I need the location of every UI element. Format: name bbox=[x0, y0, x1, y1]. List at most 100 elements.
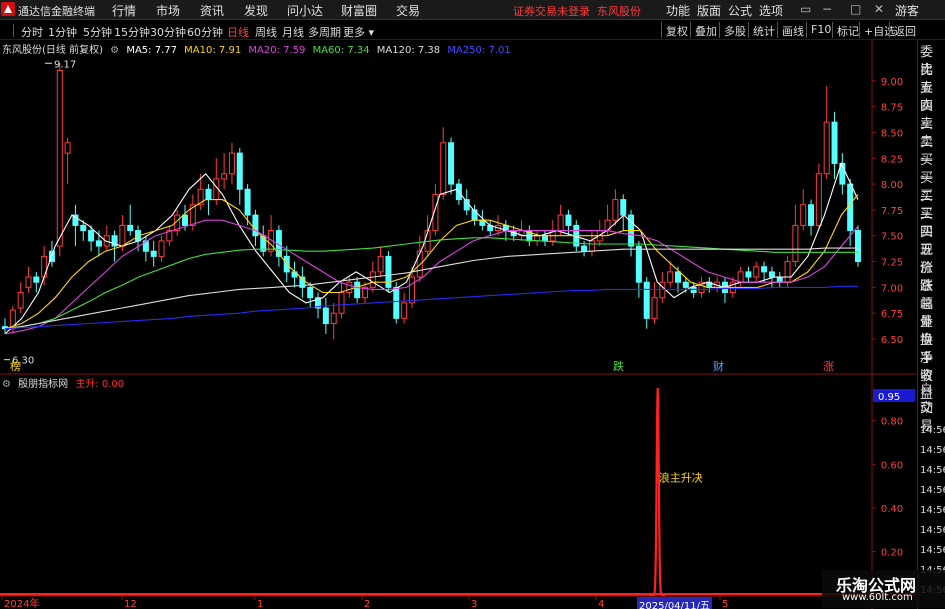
candle-body bbox=[776, 276, 783, 283]
menu-banmian[interactable]: 版面 bbox=[697, 2, 721, 19]
period-monthly[interactable]: 月线 bbox=[282, 24, 304, 40]
candle-body bbox=[25, 276, 32, 288]
candle-body bbox=[119, 224, 126, 247]
indicator-tick-label: 0.60 bbox=[881, 460, 903, 471]
minimize-icon[interactable]: − bbox=[822, 2, 832, 16]
period-5min[interactable]: 5分钟 bbox=[83, 24, 112, 40]
restore-icon[interactable]: ▭ bbox=[800, 2, 811, 16]
candle-body bbox=[620, 199, 627, 216]
candle-body bbox=[33, 276, 40, 283]
menu-wenxiaoda[interactable]: 问小达 bbox=[287, 2, 323, 19]
candle-body bbox=[95, 240, 102, 247]
candle-body bbox=[792, 224, 799, 263]
candle-body bbox=[784, 261, 791, 283]
tool-duogu[interactable]: 多股 bbox=[719, 22, 749, 38]
candle-body bbox=[252, 214, 259, 237]
period-weekly[interactable]: 周线 bbox=[255, 24, 277, 40]
settings-icon[interactable]: ⚙ bbox=[2, 379, 11, 390]
candle-body bbox=[448, 142, 455, 185]
candle-body bbox=[815, 173, 822, 226]
period-bar: 分时 1分钟 5分钟 15分钟 30分钟 60分钟 日线 周线 月线 多周期 更… bbox=[0, 21, 945, 40]
period-more[interactable]: 更多 ▾ bbox=[343, 24, 374, 40]
guest-label[interactable]: 游客 bbox=[895, 2, 919, 19]
menu-hangqing[interactable]: 行情 bbox=[112, 2, 136, 19]
menu-zixun[interactable]: 资讯 bbox=[200, 2, 224, 19]
close-icon[interactable]: ✕ bbox=[874, 2, 884, 16]
kline-chart[interactable]: 9.00 8.75 8.50 8.25 8.00 7.75 7.50 7.25 7.00 6.75… bbox=[0, 40, 916, 609]
candle-body bbox=[753, 266, 760, 278]
login-alert[interactable]: 证券交易未登录 东风股份 bbox=[513, 3, 641, 19]
candle-body bbox=[823, 121, 830, 175]
indicator-spike bbox=[649, 387, 666, 597]
candle-body bbox=[761, 266, 768, 273]
menu-gongshi[interactable]: 公式 bbox=[728, 2, 752, 19]
menu-gongneng[interactable]: 功能 bbox=[666, 2, 690, 19]
candle-body bbox=[236, 152, 243, 190]
candle-body bbox=[393, 286, 400, 319]
event-marker: 跌 bbox=[613, 359, 624, 373]
period-30min[interactable]: 30分钟 bbox=[150, 24, 186, 40]
stock-name: 东风股份(日线 前复权) bbox=[2, 45, 103, 56]
menu-faxian[interactable]: 发现 bbox=[244, 2, 268, 19]
ma250-label: MA250: 7.01 bbox=[447, 45, 511, 56]
period-60min[interactable]: 60分钟 bbox=[187, 24, 223, 40]
tool-tongji[interactable]: 统计 bbox=[748, 22, 778, 38]
tool-back[interactable]: 返回 bbox=[889, 22, 919, 38]
price-tick-label: 9.00 bbox=[881, 77, 903, 88]
candle-body bbox=[64, 142, 71, 154]
candle-body bbox=[651, 297, 658, 319]
tick-time: 14:56 bbox=[920, 425, 945, 436]
tick-time: 14:56 bbox=[920, 505, 945, 516]
ma60-label: MA60: 7.34 bbox=[312, 45, 370, 56]
menu-caifuquan[interactable]: 财富圈 bbox=[341, 2, 377, 19]
settings-icon[interactable]: ⚙ bbox=[110, 45, 119, 56]
candle-body bbox=[369, 271, 376, 288]
candle-body bbox=[565, 214, 572, 226]
tool-huaxian[interactable]: 画线 bbox=[777, 22, 807, 38]
candle-body bbox=[737, 271, 744, 283]
candle-body bbox=[181, 214, 188, 226]
tool-biaoji[interactable]: 标记 bbox=[832, 22, 862, 38]
candle-body bbox=[768, 271, 775, 278]
menu-shichang[interactable]: 市场 bbox=[156, 2, 180, 19]
time-tick-label: 2024年 bbox=[4, 597, 39, 609]
candle-body bbox=[800, 204, 807, 226]
candle-body bbox=[745, 271, 752, 278]
price-tick-label: 7.50 bbox=[881, 232, 903, 243]
price-tick-label: 8.00 bbox=[881, 180, 903, 191]
indicator-legend: ⚙ 殷朋指标网 主升: 0.00 bbox=[2, 375, 128, 390]
indicator-tick-label: 0.20 bbox=[881, 547, 903, 558]
menu-jiaoyi[interactable]: 交易 bbox=[396, 2, 420, 19]
time-tick-label: 2 bbox=[364, 599, 370, 609]
indicator-annotation: 浪主升决 bbox=[659, 471, 703, 485]
candle-body bbox=[17, 292, 24, 309]
tool-diejia[interactable]: 叠加 bbox=[690, 22, 720, 38]
candle-body bbox=[401, 302, 408, 319]
indicator-name: 殷朋指标网 bbox=[18, 379, 69, 390]
tool-f10[interactable]: F10 bbox=[806, 22, 834, 38]
candle-body bbox=[338, 292, 345, 314]
price-tick-label: 8.50 bbox=[881, 128, 903, 139]
candle-body bbox=[150, 250, 157, 257]
tool-fuquan[interactable]: 复权 bbox=[661, 22, 691, 38]
period-multi[interactable]: 多周期 bbox=[308, 24, 341, 40]
period-15min[interactable]: 15分钟 bbox=[114, 24, 150, 40]
price-tick-label: 7.75 bbox=[881, 206, 903, 217]
candle-body bbox=[88, 230, 95, 242]
indicator-current-value: 0.95 bbox=[878, 392, 900, 403]
time-tick-label: 5 bbox=[722, 599, 728, 609]
candle-body bbox=[675, 271, 682, 283]
period-1min[interactable]: 1分钟 bbox=[48, 24, 77, 40]
period-fenshi[interactable]: 分时 bbox=[21, 24, 43, 40]
price-tick-label: 6.75 bbox=[881, 309, 903, 320]
period-daily[interactable]: 日线 bbox=[227, 24, 249, 40]
quote-panel: 委比 卖五 卖四 卖三 卖二 卖一 买一 买二 买三 买四 买五 现价 涨跌 涨幅 总量 外盘 换手 净资 收益 自动… bbox=[917, 40, 945, 609]
chart-area[interactable]: 9.00 8.75 8.50 8.25 8.00 7.75 7.50 7.25 7.00 6.75… bbox=[0, 40, 916, 609]
candle-body bbox=[221, 173, 228, 180]
candle-body bbox=[831, 121, 838, 164]
candle-body bbox=[541, 235, 548, 242]
maximize-icon[interactable]: □ bbox=[850, 2, 861, 16]
high-price-label: 9.17 bbox=[54, 59, 76, 70]
candle-body bbox=[682, 281, 689, 288]
menu-xuanxiang[interactable]: 选项 bbox=[759, 2, 783, 19]
